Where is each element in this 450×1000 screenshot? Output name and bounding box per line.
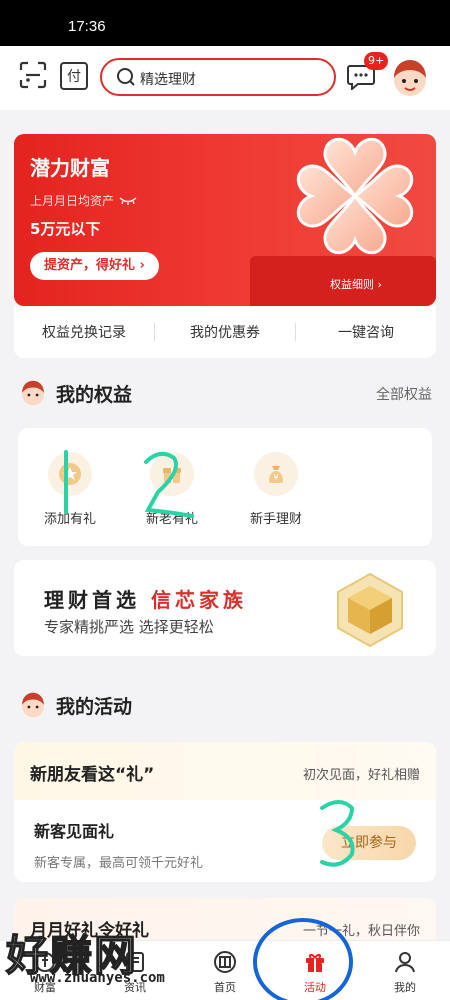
eye-closed-icon[interactable] — [118, 194, 138, 208]
money-bag-icon: ¥ — [254, 452, 298, 496]
tab-home[interactable]: 首页 — [180, 941, 270, 1000]
promo-headline-a: 理财首选 — [44, 588, 140, 612]
hero-cta-button[interactable]: 提资产，得好礼 › — [30, 252, 159, 280]
benefit-label: 添加有礼 — [43, 512, 96, 527]
quick-links: 权益兑换记录 我的优惠券 一键咨询 — [14, 306, 436, 358]
status-time: 17:36 — [68, 18, 106, 35]
section-title: 我的活动 — [56, 696, 133, 718]
hero-subtitle-text: 上月月日均资产 — [30, 194, 115, 208]
pay-button[interactable]: 付 — [60, 62, 88, 90]
my-benefits-header: 我的权益 全部权益 — [18, 376, 432, 410]
tab-label: 我的 — [394, 981, 416, 994]
gift-box-icon — [302, 949, 328, 975]
hero-banner[interactable]: 潜力财富 上月月日均资产 5万元以下 提资产，得好礼 › 权益细则 › — [14, 134, 436, 306]
all-benefits-link[interactable]: 全部权益 — [376, 384, 432, 404]
hero-title: 潜力财富 — [30, 156, 110, 180]
join-now-button[interactable]: 立即参与 — [322, 826, 416, 860]
activity-card-tagline: 初次见面，好礼相赠 — [302, 768, 420, 783]
gold-hexagon-icon — [330, 570, 410, 650]
link-redeem-records[interactable]: 权益兑换记录 — [14, 322, 154, 342]
citic-logo-icon — [212, 949, 238, 975]
tab-activities[interactable]: 活动 — [270, 941, 360, 1000]
tab-label: 活动 — [304, 981, 326, 994]
tab-me[interactable]: 我的 — [360, 941, 450, 1000]
benefit-item[interactable]: 添加有礼 — [30, 452, 110, 527]
search-icon — [116, 67, 136, 91]
promo-headline: 理财首选 信芯家族 — [44, 584, 247, 613]
message-badge: 9+ — [364, 52, 389, 70]
benefit-item[interactable]: ¥ 新手理财 — [236, 452, 316, 527]
benefits-card: 添加有礼 新老有礼 ¥ 新手理财 — [18, 428, 432, 546]
person-icon — [392, 949, 418, 975]
my-activities-header: 我的活动 — [18, 688, 432, 722]
search-input[interactable]: 精选理财 — [100, 58, 336, 96]
section-title: 我的权益 — [56, 384, 133, 406]
link-my-coupons[interactable]: 我的优惠券 — [155, 322, 295, 342]
hero-subtitle: 上月月日均资产 — [30, 192, 138, 209]
activity-card-title: 新朋友看这“礼” — [30, 765, 155, 785]
activity-name: 新客见面礼 — [34, 822, 115, 841]
benefit-item[interactable]: 新老有礼 — [132, 452, 212, 527]
scan-icon[interactable] — [18, 60, 48, 90]
activity-card-new-friend[interactable]: 新朋友看这“礼” 初次见面，好礼相赠 新客见面礼 新客专属，最高可领千元好礼 立… — [14, 742, 436, 882]
present-icon — [150, 452, 194, 496]
activity-desc: 新客专属，最高可领千元好礼 — [34, 856, 204, 871]
gift-icon — [48, 452, 92, 496]
tab-label: 首页 — [214, 981, 236, 994]
promo-card[interactable]: 理财首选 信芯家族 专家精挑严选 选择更轻松 — [14, 560, 436, 656]
hero-detail-link[interactable]: 权益细则 › — [330, 276, 382, 292]
benefit-label: 新手理财 — [249, 512, 302, 527]
status-bar: 17:36 — [0, 0, 450, 46]
link-consult[interactable]: 一键咨询 — [296, 322, 436, 342]
svg-text:¥: ¥ — [273, 473, 278, 482]
mascot-icon — [18, 378, 48, 408]
promo-subline: 专家精挑严选 选择更轻松 — [44, 618, 214, 636]
promo-headline-b: 信芯家族 — [150, 588, 247, 612]
mascot-icon — [18, 690, 48, 720]
avatar[interactable] — [388, 56, 432, 100]
activity-card-tagline: 一节一礼，秋日伴你 — [302, 924, 420, 939]
hero-amount: 5万元以下 — [30, 220, 101, 238]
search-placeholder: 精选理财 — [140, 72, 196, 88]
watermark-url: www.zhuanyes.com — [30, 970, 165, 986]
clover-logo-icon — [280, 134, 430, 274]
benefit-label: 新老有礼 — [145, 512, 198, 527]
top-bar: 付 精选理财 9+ — [0, 46, 450, 110]
